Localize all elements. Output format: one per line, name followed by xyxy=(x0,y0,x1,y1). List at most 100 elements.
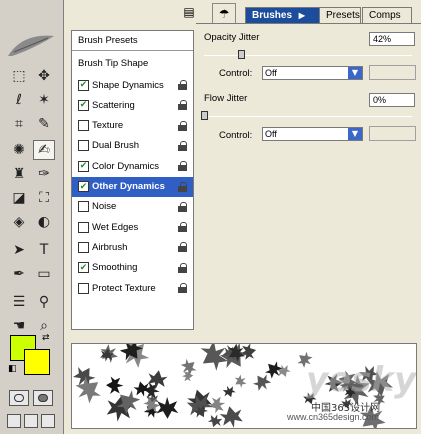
checkbox[interactable] xyxy=(78,140,89,152)
leaf-mark xyxy=(252,374,272,391)
marquee-tool-icon[interactable]: ⬚ xyxy=(8,66,30,86)
brush-option-row[interactable]: ✔ Shape Dynamics xyxy=(72,75,193,95)
lock-icon[interactable] xyxy=(178,181,187,192)
brush-option-label: Airbrush xyxy=(92,241,128,253)
tool-presets-icon[interactable]: ☂ xyxy=(212,3,236,23)
path-selection-tool-icon[interactable]: ➤ xyxy=(8,240,30,260)
flow-control-select[interactable]: Off ▼ xyxy=(262,127,363,141)
checkbox[interactable]: ✔ xyxy=(78,160,89,172)
palette-tab-bar: ▤ ☂ Brushes ▶ Presets Comps xyxy=(64,0,421,24)
feather-logo-icon xyxy=(4,30,58,60)
healing-brush-tool-icon[interactable]: ✺ xyxy=(8,140,30,160)
full-screen-menu-mode-button[interactable] xyxy=(24,414,38,428)
chevron-down-icon[interactable]: ▼ xyxy=(348,67,362,79)
flow-control-field xyxy=(369,126,416,141)
lock-icon[interactable] xyxy=(178,80,187,90)
checkbox[interactable] xyxy=(78,120,89,132)
brush-option-row[interactable]: Dual Brush xyxy=(72,136,193,156)
brush-option-row[interactable]: ✔ Other Dynamics xyxy=(72,176,193,197)
checkbox[interactable]: ✔ xyxy=(78,79,89,91)
brush-option-row[interactable]: Wet Edges xyxy=(72,217,193,237)
tab-comps-label: Comps xyxy=(369,10,401,21)
brush-option-row[interactable]: Airbrush xyxy=(72,237,193,257)
lock-icon[interactable] xyxy=(178,222,187,233)
lock-icon[interactable] xyxy=(178,140,187,151)
brush-option-row[interactable]: Noise xyxy=(72,197,193,217)
chevron-down-icon[interactable]: ▼ xyxy=(348,128,362,140)
history-brush-tool-icon[interactable]: ✑ xyxy=(33,164,55,184)
brush-option-label: Smoothing xyxy=(92,262,138,274)
type-tool-icon[interactable]: T xyxy=(33,240,55,260)
quick-mask-mode-button[interactable] xyxy=(33,390,53,406)
tab-presets[interactable]: Presets xyxy=(319,7,361,23)
lock-icon[interactable] xyxy=(178,262,187,273)
lock-icon[interactable] xyxy=(178,283,187,293)
flow-jitter-slider[interactable] xyxy=(204,116,412,117)
tab-brushes[interactable]: Brushes ▶ xyxy=(245,7,325,23)
slice-tool-icon[interactable]: ✎ xyxy=(33,114,55,134)
standard-mode-button[interactable] xyxy=(9,390,29,406)
checkbox[interactable] xyxy=(78,282,89,294)
flow-jitter-label: Flow Jitter xyxy=(204,93,248,104)
brush-option-label: Color Dynamics xyxy=(92,160,160,172)
crop-tool-icon[interactable]: ⌗ xyxy=(8,114,30,134)
blur-tool-icon[interactable]: ◈ xyxy=(8,212,30,232)
opacity-control-select[interactable]: Off ▼ xyxy=(262,66,363,80)
brush-tool-icon[interactable]: ✍ xyxy=(33,140,55,160)
flow-jitter-thumb[interactable] xyxy=(201,111,208,120)
leaf-mark xyxy=(105,376,124,394)
default-colors-icon[interactable]: ◧ xyxy=(8,364,17,374)
brush-option-label: Texture xyxy=(92,120,124,132)
opacity-control-label: Control: xyxy=(219,68,253,79)
pen-tool-icon[interactable]: ✒ xyxy=(8,264,30,284)
brush-option-row[interactable]: Protect Texture xyxy=(72,278,193,298)
toolbox: ⬚ ✥ ℓ ✶ ⌗ ✎ ✺ ✍ ♜ ✑ ◪ ⛶ ◈ ◐ ➤ T ✒ ▭ ☰ ⚲ … xyxy=(0,0,64,434)
brush-option-row[interactable]: Texture xyxy=(72,116,193,136)
stamp-tool-icon[interactable]: ♜ xyxy=(8,164,30,184)
paint-bucket-tool-icon[interactable]: ⛶ xyxy=(33,188,55,208)
checkbox[interactable]: ✔ xyxy=(78,262,89,274)
brush-option-row[interactable]: ✔ Smoothing xyxy=(72,258,193,278)
checkbox[interactable] xyxy=(78,201,89,213)
lock-icon[interactable] xyxy=(178,242,187,253)
move-tool-icon[interactable]: ✥ xyxy=(33,66,55,86)
notes-tool-icon[interactable]: ☰ xyxy=(8,292,30,312)
checkbox[interactable] xyxy=(78,241,89,253)
palette-menu-icon[interactable]: ▤ xyxy=(179,3,199,21)
background-color-swatch[interactable] xyxy=(24,349,50,375)
brush-option-row[interactable]: ✔ Color Dynamics xyxy=(72,156,193,176)
brush-tip-shape-row[interactable]: Brush Tip Shape xyxy=(72,53,193,73)
shape-tool-icon[interactable]: ▭ xyxy=(33,264,55,284)
flow-jitter-input[interactable]: 0% xyxy=(369,93,415,107)
checkbox[interactable] xyxy=(78,221,89,233)
tab-comps[interactable]: Comps xyxy=(362,7,412,23)
brush-tip-shape-label: Brush Tip Shape xyxy=(78,57,149,69)
dodge-tool-icon[interactable]: ◐ xyxy=(33,212,55,232)
leaf-mark xyxy=(219,406,243,428)
magic-wand-tool-icon[interactable]: ✶ xyxy=(33,90,55,110)
lock-icon[interactable] xyxy=(178,100,187,111)
lock-icon[interactable] xyxy=(178,161,187,172)
opacity-jitter-slider[interactable] xyxy=(204,55,412,56)
brush-presets-row[interactable]: Brush Presets xyxy=(72,31,193,51)
leaf-mark xyxy=(276,364,291,377)
full-screen-mode-button[interactable] xyxy=(41,414,55,428)
eyedropper-tool-icon[interactable]: ⚲ xyxy=(33,292,55,312)
brush-option-row[interactable]: ✔ Scattering xyxy=(72,95,193,115)
opacity-jitter-thumb[interactable] xyxy=(238,50,246,59)
standard-screen-mode-button[interactable] xyxy=(7,414,21,428)
lock-icon[interactable] xyxy=(178,201,187,212)
hand-tool-icon[interactable]: ☚ xyxy=(8,316,30,336)
leaf-mark xyxy=(156,396,179,419)
checkbox[interactable]: ✔ xyxy=(78,181,89,192)
lasso-tool-icon[interactable]: ℓ xyxy=(8,90,30,110)
lock-icon[interactable] xyxy=(178,120,187,131)
brush-options-list: Brush Presets Brush Tip Shape ✔ Shape Dyn… xyxy=(71,30,194,330)
eraser-tool-icon[interactable]: ◪ xyxy=(8,188,30,208)
opacity-jitter-input[interactable]: 42% xyxy=(369,32,415,46)
swap-colors-icon[interactable]: ⇄ xyxy=(42,333,50,343)
watermark-url: www.cn365design.com xyxy=(287,412,380,422)
tab-bar-divider xyxy=(196,23,421,24)
brush-option-label: Other Dynamics xyxy=(92,181,165,192)
checkbox[interactable]: ✔ xyxy=(78,99,89,111)
